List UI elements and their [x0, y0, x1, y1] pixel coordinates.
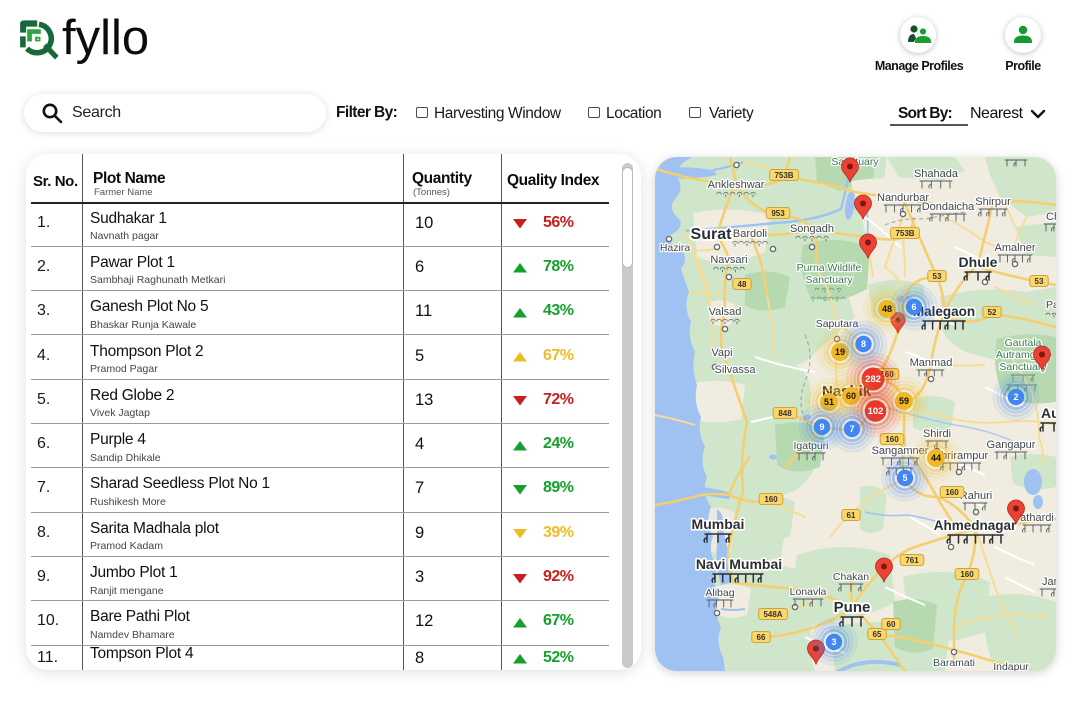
svg-text:2: 2: [1013, 392, 1018, 402]
svg-text:44: 44: [931, 453, 941, 463]
svg-text:66: 66: [757, 633, 766, 642]
svg-text:Pune: Pune: [834, 599, 871, 616]
svg-text:61: 61: [847, 511, 856, 520]
svg-text:Chopd: Chopd: [1046, 211, 1056, 223]
svg-text:athardi: athardi: [1020, 512, 1054, 524]
svg-text:Gangapur: Gangapur: [987, 439, 1036, 451]
svg-text:160: 160: [960, 570, 974, 579]
svg-text:6: 6: [911, 302, 916, 312]
svg-text:Gautala: Gautala: [1005, 337, 1042, 349]
svg-text:Navsari: Navsari: [710, 254, 747, 266]
svg-text:848: 848: [778, 409, 792, 418]
svg-text:Ahmednagar: Ahmednagar: [934, 518, 1017, 533]
svg-text:Valsad: Valsad: [709, 306, 742, 318]
svg-text:5: 5: [902, 473, 907, 483]
svg-text:Surat: Surat: [691, 226, 733, 243]
svg-text:Amalner: Amalner: [995, 242, 1036, 254]
svg-text:761: 761: [905, 556, 919, 565]
svg-text:Chakan: Chakan: [833, 571, 869, 583]
svg-text:Sanctuary: Sanctuary: [805, 274, 853, 286]
svg-text:Pac: Pac: [1046, 299, 1056, 311]
svg-text:65: 65: [873, 630, 882, 639]
svg-text:Manmad: Manmad: [910, 357, 953, 369]
svg-text:953: 953: [771, 209, 785, 218]
svg-text:Alibag: Alibag: [705, 587, 734, 599]
svg-text:53: 53: [933, 272, 942, 281]
svg-text:Purna Wildlife: Purna Wildlife: [797, 262, 862, 274]
svg-text:Silvassa: Silvassa: [715, 364, 757, 376]
svg-text:160: 160: [764, 495, 778, 504]
svg-text:7: 7: [849, 424, 854, 434]
svg-text:8: 8: [861, 339, 866, 349]
svg-text:53: 53: [1035, 277, 1044, 286]
svg-text:52: 52: [988, 308, 997, 317]
svg-text:Jamk: Jamk: [1042, 576, 1056, 588]
svg-text:Ankleshwar: Ankleshwar: [708, 179, 765, 191]
svg-text:Dondaicha: Dondaicha: [922, 201, 975, 213]
svg-text:60: 60: [887, 620, 896, 629]
svg-text:Indapur: Indapur: [993, 661, 1029, 671]
svg-text:160: 160: [945, 488, 959, 497]
svg-text:Songadh: Songadh: [790, 223, 834, 235]
svg-text:3: 3: [831, 637, 836, 647]
svg-text:548A: 548A: [763, 610, 782, 619]
svg-text:160: 160: [885, 435, 899, 444]
svg-text:Dhule: Dhule: [959, 254, 998, 270]
svg-text:9: 9: [819, 422, 824, 432]
svg-text:Vapi: Vapi: [711, 347, 732, 359]
svg-text:Mumbai: Mumbai: [692, 516, 745, 532]
svg-text:Bardoli: Bardoli: [733, 228, 767, 240]
svg-text:Baramati: Baramati: [933, 657, 975, 669]
svg-text:Navi Mumbai: Navi Mumbai: [696, 556, 782, 572]
svg-text:Shirpur: Shirpur: [975, 196, 1011, 208]
svg-text:Rahuri: Rahuri: [960, 490, 992, 502]
svg-text:753B: 753B: [774, 171, 793, 180]
svg-text:Lonavla: Lonavla: [790, 586, 827, 598]
svg-text:Shahada: Shahada: [914, 168, 959, 180]
svg-text:48: 48: [738, 280, 747, 289]
svg-text:Hazira: Hazira: [660, 242, 691, 254]
svg-text:753B: 753B: [895, 229, 914, 238]
svg-text:Auran: Auran: [1041, 405, 1056, 421]
